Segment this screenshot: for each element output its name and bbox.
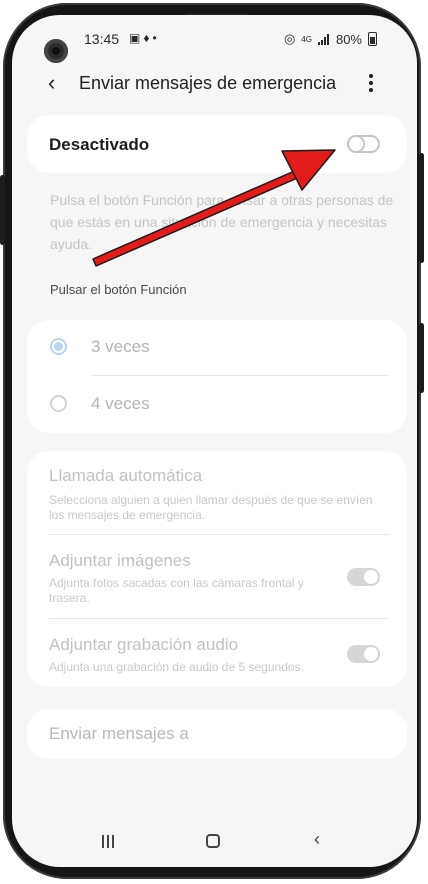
press-section-label: Pulsar el botón Función xyxy=(50,282,187,297)
send-to-card[interactable]: Enviar mensajes a xyxy=(27,709,407,759)
attach-images-title: Adjuntar imágenes xyxy=(49,551,191,570)
radio-button-selected[interactable] xyxy=(50,338,67,355)
battery-icon xyxy=(368,32,377,46)
function-button xyxy=(419,323,424,393)
attach-audio-toggle[interactable] xyxy=(347,645,380,663)
attach-audio-title: Adjuntar grabación audio xyxy=(49,635,239,654)
master-switch-card[interactable]: Desactivado xyxy=(27,115,407,173)
attach-images-subtitle: Adjunta fotos sacadas con las cámaras fr… xyxy=(49,576,304,605)
hotspot-icon: ◎ xyxy=(283,31,296,46)
network-label: 4G xyxy=(301,34,312,44)
send-to-label: Enviar mensajes a xyxy=(49,724,189,743)
auto-call-subtitle: Selecciona alguien a quien llamar despué… xyxy=(49,493,373,522)
attach-images-toggle[interactable] xyxy=(347,568,380,586)
divider xyxy=(49,534,389,535)
phone-frame: 13:45 ▣♦• ◎ 4G 80% ‹ Enviar mensajes de … xyxy=(0,3,424,879)
status-time: 13:45 xyxy=(84,31,120,47)
status-notification-icons: ▣♦• xyxy=(129,31,160,45)
back-icon[interactable]: ‹ xyxy=(314,829,320,850)
notification-dot-icon: • xyxy=(152,31,160,45)
master-toggle[interactable] xyxy=(347,135,380,153)
battery-percent: 80% xyxy=(335,31,362,47)
attach-audio-subtitle: Adjunta una grabación de audio de 5 segu… xyxy=(49,660,304,674)
signal-icon xyxy=(317,33,330,45)
power-button xyxy=(419,153,424,263)
status-bar: 13:45 ▣♦• ◎ 4G 80% xyxy=(12,29,417,57)
more-options-button[interactable] xyxy=(369,74,373,95)
app-bar: ‹ Enviar mensajes de emergencia xyxy=(12,65,417,105)
front-camera xyxy=(44,39,68,63)
press-count-card: 3 veces 4 veces xyxy=(27,320,407,433)
radio-label: 3 veces xyxy=(91,337,150,356)
volume-button xyxy=(0,175,5,245)
image-icon: ▣ xyxy=(129,31,144,45)
auto-call-title: Llamada automática xyxy=(49,466,203,485)
feature-description: Pulsa el botón Función para avisar a otr… xyxy=(50,192,394,252)
screen: 13:45 ▣♦• ◎ 4G 80% ‹ Enviar mensajes de … xyxy=(12,15,417,867)
status-right: ◎ 4G 80% xyxy=(284,31,377,47)
home-icon[interactable] xyxy=(206,834,220,848)
options-card: Llamada automática Selecciona alguien a … xyxy=(27,451,407,687)
navigation-bar: ‹ xyxy=(12,827,417,857)
back-button[interactable]: ‹ xyxy=(48,71,55,95)
divider xyxy=(91,375,389,376)
master-switch-label: Desactivado xyxy=(49,135,150,154)
divider xyxy=(49,618,389,619)
page-title: Enviar mensajes de emergencia xyxy=(79,73,337,93)
radio-label: 4 veces xyxy=(91,394,150,413)
recents-icon[interactable] xyxy=(102,835,116,848)
chevron-left-icon: ‹ xyxy=(48,70,56,95)
radio-button[interactable] xyxy=(50,395,67,412)
